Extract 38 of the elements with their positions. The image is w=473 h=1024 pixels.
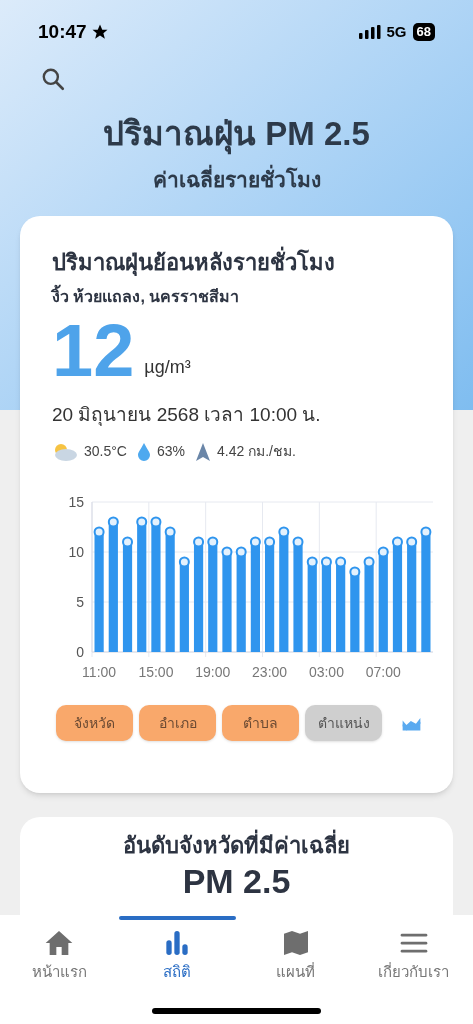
- tab-label[interactable]: สถิติ: [163, 961, 192, 984]
- search-icon[interactable]: [40, 66, 66, 92]
- x-tick-label: 23:00: [252, 664, 288, 680]
- x-tick-label: 11:00: [82, 664, 117, 680]
- weather-reading: 63%: [156, 442, 185, 461]
- x-tick-label: 19:00: [195, 664, 231, 680]
- filter-button[interactable]: จังหวัด: [56, 705, 133, 741]
- location-label: งิ้ว ห้วยแถลง, นครราชสีมา: [52, 284, 421, 309]
- card-title: อันดับจังหวัดที่มีค่าเฉลี่ย: [123, 828, 350, 862]
- date-time-label: 20 มิถุนายน 2568 เวลา 10:00 น.: [52, 402, 322, 428]
- star-icon: [90, 23, 109, 41]
- filter-button[interactable]: อำเภอ: [139, 705, 216, 741]
- x-tick-label: 15:00: [138, 664, 174, 680]
- tab-label[interactable]: หน้าแรก: [31, 961, 87, 984]
- page-subtitle: ค่าเฉลี่ยรายชั่วโมง: [152, 164, 321, 196]
- network-label: 5G: [386, 21, 407, 42]
- signal-icon: [358, 25, 381, 39]
- y-tick-label: 15: [68, 494, 84, 510]
- page-title: ปริมาณฝุ่น PM 2.5: [103, 112, 370, 156]
- status-time: 10:47: [38, 19, 87, 44]
- tab-label[interactable]: เกี่ยวกับเรา: [378, 961, 450, 984]
- card-title: ปริมาณฝุ่นย้อนหลังรายชั่วโมง: [52, 245, 421, 279]
- card-subtitle: PM 2.5: [182, 861, 291, 900]
- y-tick-label: 10: [68, 544, 84, 560]
- partly-cloudy-icon: [52, 441, 78, 462]
- unit-label: µg/m³: [144, 355, 191, 379]
- filter-button[interactable]: ตำแหน่ง: [305, 705, 382, 741]
- wind-direction-icon: [195, 441, 211, 462]
- y-tick-label: 0: [76, 644, 84, 660]
- weather-reading: 4.42 กม./ชม.: [217, 442, 296, 461]
- x-tick-label: 07:00: [365, 664, 401, 680]
- x-tick-label: 03:00: [308, 664, 344, 680]
- y-tick-label: 5: [76, 594, 84, 610]
- tab-label[interactable]: แผนที่: [276, 961, 316, 984]
- pm-value: 12: [52, 310, 135, 391]
- water-drop-icon: [136, 441, 151, 462]
- weather-reading: 30.5°C: [84, 442, 127, 461]
- filter-button[interactable]: ตำบล: [222, 705, 299, 741]
